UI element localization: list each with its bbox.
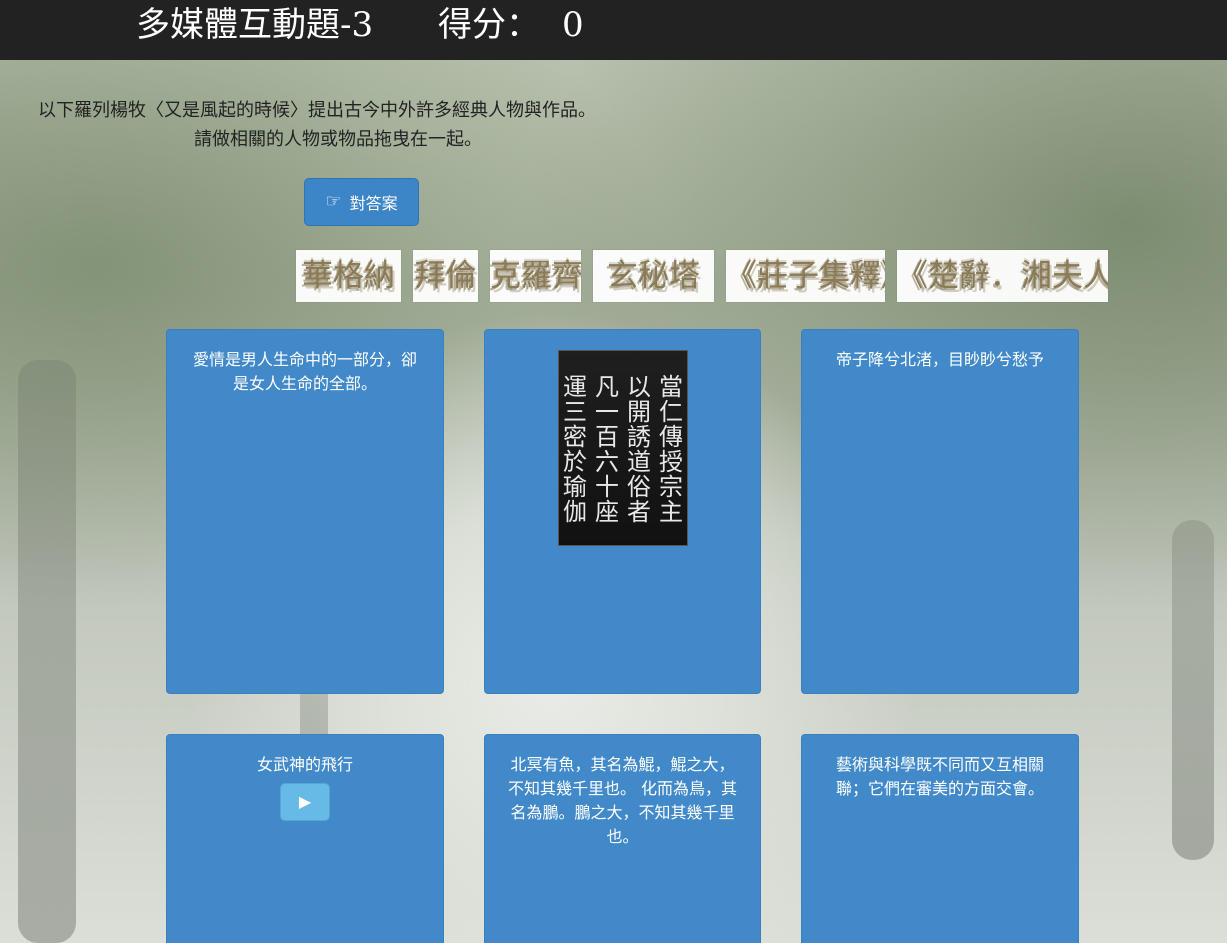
draggable-tile-zhuangzi-jishi[interactable]: 《莊子集釋》 bbox=[726, 250, 885, 302]
play-button[interactable]: ▶ bbox=[280, 783, 330, 821]
card-text-xiangfuren-quote: 帝子降兮北渚，目眇眇兮愁予 bbox=[835, 350, 1044, 369]
drop-card-zhuangzi-quote[interactable]: 北冥有魚，其名為鯤，鯤之大，不知其幾千里也。 化而為鳥，其名為鵬。鵬之大，不知其… bbox=[484, 734, 761, 943]
instruction-line-2: 請做相關的人物或物品拖曳在一起。 bbox=[194, 129, 482, 150]
background-tree-trunk-left bbox=[18, 360, 76, 943]
card-text-love-quote: 愛情是男人生命中的一部分，卻是女人生命的全部。 bbox=[192, 350, 417, 393]
draggable-tile-chuci-xiangfuren[interactable]: 《楚辭．湘夫人》 bbox=[897, 250, 1108, 302]
draggable-tile-xuanmi-pagoda[interactable]: 玄秘塔 bbox=[593, 250, 714, 302]
calligraphy-column-3: 凡一百六十座 bbox=[590, 373, 619, 524]
drop-card-valkyrie[interactable]: 女武神的飛行 ▶ bbox=[166, 734, 444, 943]
check-answer-button[interactable]: ☞ 對答案 bbox=[304, 178, 419, 226]
draggable-tile-bank: 華格納 拜倫 克羅齊 玄秘塔 《莊子集釋》 《楚辭．湘夫人》 bbox=[296, 250, 1108, 305]
calligraphy-column-1: 當仁傳授宗主 bbox=[654, 373, 683, 524]
app-header: 多媒體互動題-3 得分： 0 bbox=[0, 0, 1227, 60]
card-text-zhuangzi-quote: 北冥有魚，其名為鯤，鯤之大，不知其幾千里也。 化而為鳥，其名為鵬。鵬之大，不知其… bbox=[507, 755, 738, 846]
draggable-tile-wagner[interactable]: 華格納 bbox=[296, 250, 401, 302]
drop-card-xiangfuren-quote[interactable]: 帝子降兮北渚，目眇眇兮愁予 bbox=[801, 329, 1079, 694]
drop-card-aesthetics-quote[interactable]: 藝術與科學既不同而又互相關聯；它們在審美的方面交會。 bbox=[801, 734, 1079, 943]
drop-card-love-quote[interactable]: 愛情是男人生命中的一部分，卻是女人生命的全部。 bbox=[166, 329, 444, 694]
instruction-line-1: 以下羅列楊牧〈又是風起的時候〉提出古今中外許多經典人物與作品。 bbox=[38, 100, 596, 121]
play-icon: ▶ bbox=[298, 792, 312, 811]
card-text-aesthetics-quote: 藝術與科學既不同而又互相關聯；它們在審美的方面交會。 bbox=[835, 755, 1044, 798]
app-title: 多媒體互動題-3 bbox=[136, 5, 374, 45]
calligraphy-column-2: 以開誘道俗者 bbox=[622, 373, 651, 524]
check-answer-label: 對答案 bbox=[349, 194, 398, 213]
pointing-hand-icon: ☞ bbox=[325, 191, 342, 212]
calligraphy-column-4: 運三密於瑜伽 bbox=[558, 373, 587, 524]
score-label: 得分： bbox=[438, 5, 540, 45]
draggable-tile-croce[interactable]: 克羅齊 bbox=[490, 250, 581, 302]
score-value: 0 bbox=[562, 5, 584, 45]
card-text-valkyrie: 女武神的飛行 bbox=[256, 755, 353, 774]
calligraphy-rubbing-image: 當仁傳授宗主 以開誘道俗者 凡一百六十座 運三密於瑜伽 bbox=[557, 350, 688, 546]
draggable-tile-byron[interactable]: 拜倫 bbox=[413, 250, 478, 302]
drop-card-calligraphy-image[interactable]: 當仁傳授宗主 以開誘道俗者 凡一百六十座 運三密於瑜伽 bbox=[484, 329, 761, 694]
background-tree-trunk-right bbox=[1172, 520, 1214, 860]
